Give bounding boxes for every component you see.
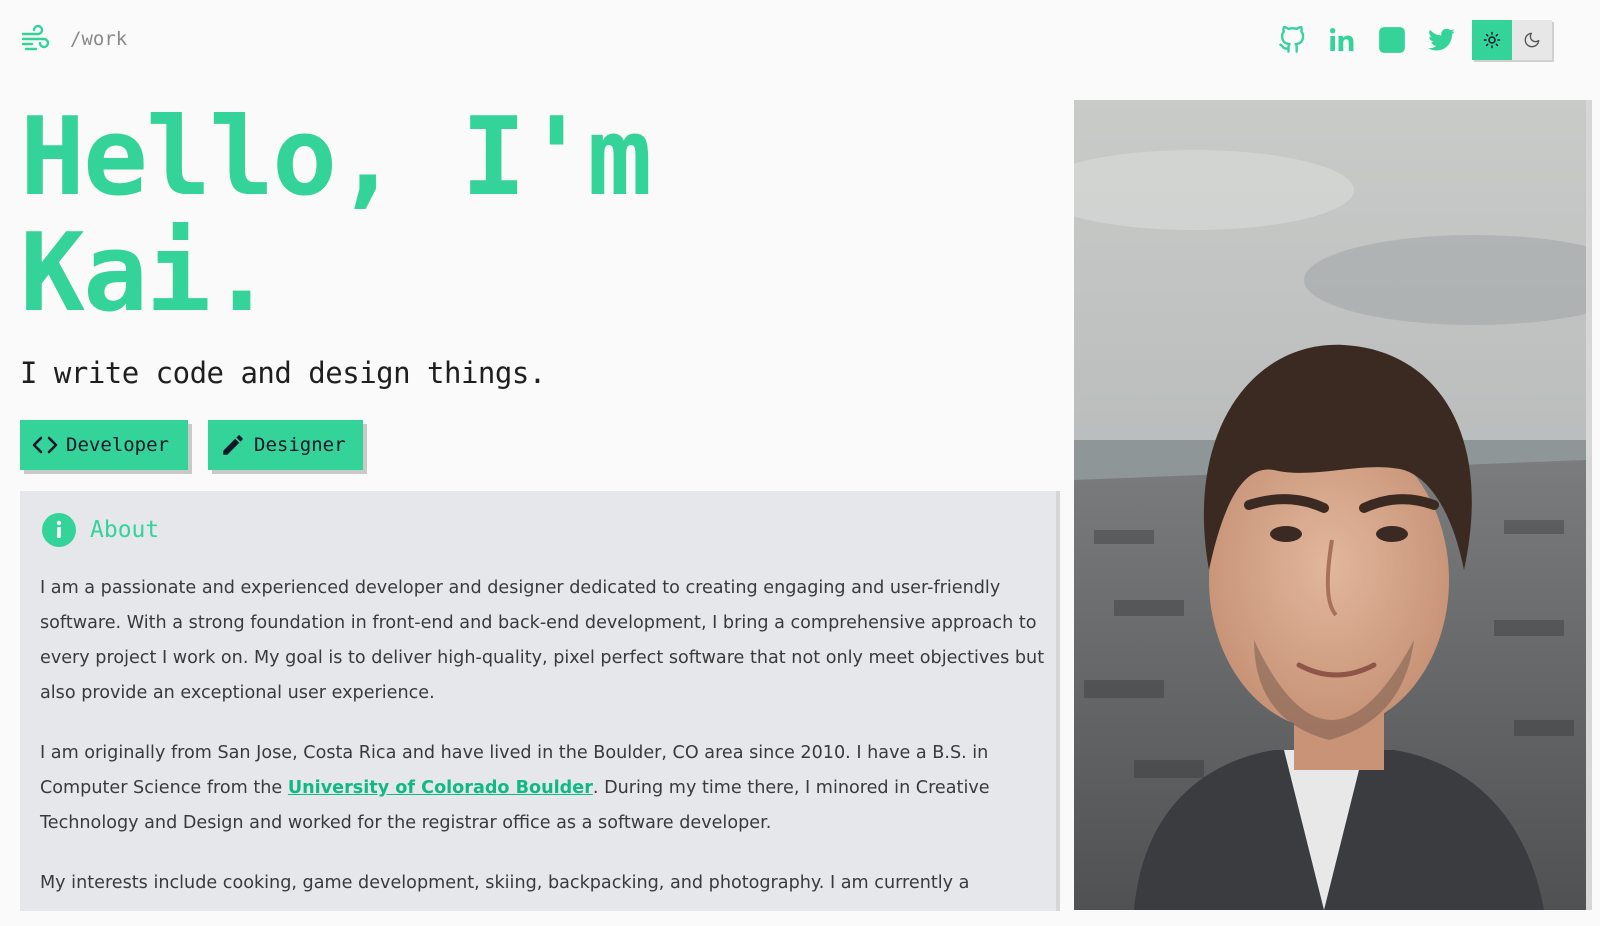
designer-button[interactable]: Designer [208,420,363,470]
square-icon [1379,27,1405,53]
tagline: I write code and design things. [20,356,546,390]
dark-mode-button[interactable] [1512,20,1552,60]
hero-title-line1: Hello, I'm [20,95,652,220]
developer-label: Developer [66,434,169,456]
about-paragraph-1: I am a passionate and experienced develo… [40,578,1045,703]
university-link[interactable]: University of Colorado Boulder [288,778,593,798]
light-mode-button[interactable] [1472,20,1512,60]
site-header: /work [0,0,1600,80]
social-links [1272,20,1552,60]
page-path: /work [70,28,128,50]
github-icon [1279,26,1305,53]
square-link[interactable] [1372,20,1412,60]
twitter-link[interactable] [1422,20,1462,60]
developer-button[interactable]: Developer [20,420,188,470]
theme-toggle [1472,20,1552,60]
linkedin-link[interactable] [1322,20,1362,60]
wind-logo-icon[interactable] [20,24,50,54]
info-icon [42,513,76,547]
sun-icon [1483,31,1501,49]
code-icon [32,435,58,455]
moon-icon [1524,32,1540,48]
hero-title: Hello, I'm Kai. [20,95,652,336]
about-title: About [90,517,160,543]
profile-photo [1074,100,1586,910]
pencil-icon [220,432,246,458]
designer-label: Designer [254,434,346,456]
about-paragraph-2: I am originally from San Jose, Costa Ric… [40,736,1050,841]
about-body: I am a passionate and experienced develo… [40,571,1050,926]
about-header: About [42,513,159,547]
twitter-icon [1428,28,1455,51]
hero-title-line2: Kai. [20,211,274,336]
about-paragraph-3: My interests include cooking, game devel… [40,873,970,893]
github-link[interactable] [1272,20,1312,60]
about-card: About I am a passionate and experienced … [20,491,1060,911]
linkedin-icon [1329,27,1354,52]
